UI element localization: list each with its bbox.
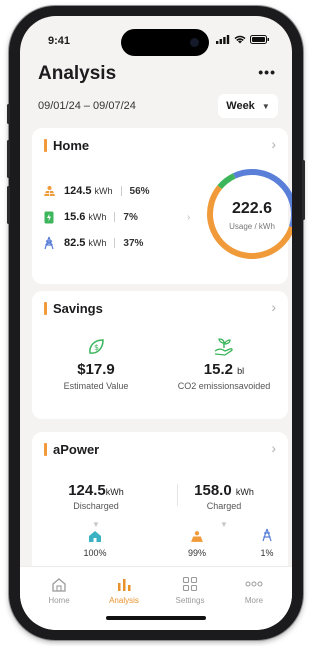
flow-arrow-icon: › [187,212,191,223]
dynamic-island [121,29,209,56]
more-dots-icon [227,575,281,593]
grid-percent: 1% [260,548,274,558]
bottom-tab-bar: Home Analysis Settings More [20,566,292,630]
battery-unit: kWh [88,212,107,222]
apower-card-header: aPower [44,442,99,457]
chevron-right-icon[interactable]: › [271,136,276,152]
solar-percent: 99% [187,548,206,558]
usage-total: 222.6 [231,200,273,217]
solar-unit: kWh [94,186,113,196]
tab-more-label: More [244,596,264,605]
co2-value: 15.2 bl [160,361,288,378]
power-button [302,160,305,220]
apower-discharged: 124.5kWh Discharged [32,482,160,511]
savings-card[interactable]: Savings › $ $17.9 Estimated Value 15.2 b… [32,291,288,419]
battery-icon [42,210,56,224]
volume-down-button [7,186,10,224]
bar-chart-icon [97,575,151,593]
plant-hand-icon [160,337,288,361]
grid-tower-icon [261,528,273,547]
svg-text:$: $ [94,343,99,352]
divider [120,186,122,196]
apower-card[interactable]: aPower › 124.5kWh Discharged 158.0 kWh C… [32,432,288,582]
usage-label: Usage / kWh [229,222,275,231]
charged-number: 158.0 [194,482,232,499]
house-icon [88,530,102,548]
date-range[interactable]: 09/01/24 – 09/07/24 [38,100,136,112]
apower-card-title: aPower [53,442,100,457]
home-row-battery: 15.6 kWh 7% [42,210,138,224]
home-row-grid: 82.5 kWh 37% [42,236,143,250]
silent-switch [7,104,10,124]
co2-number: 15.2 [203,361,233,378]
app-screen: 9:41 Analysis ••• 09/01/24 – 09/07/24 We… [20,16,292,630]
home-card-title: Home [53,138,90,153]
page-title: Analysis [38,63,117,84]
section-accent-bar [44,139,47,152]
apower-charged: 158.0 kWh Charged [160,482,288,511]
co2-unit: bl [237,366,245,376]
grid-squares-icon [163,575,217,593]
usage-segment-battery [217,173,236,190]
home-card[interactable]: Home › 124.5 kWh 56% 15.6 kWh 7% 82.5 kW… [32,128,292,284]
tab-more[interactable]: More [227,575,281,605]
status-time: 9:41 [48,35,71,47]
solar-panel-icon [190,530,204,548]
charged-value: 158.0 kWh [160,482,288,499]
tab-home[interactable]: Home [32,575,86,605]
grid-value: 82.5 [64,237,86,249]
solar-value: 124.5 [64,185,92,197]
down-arrow-icon: ▼ [92,520,100,529]
estimated-label: Estimated Value [63,381,129,391]
period-dropdown[interactable]: Week ▼ [218,94,278,118]
savings-card-title: Savings [53,301,103,316]
grid-percent: 37% [123,237,144,249]
signal-icon [216,35,230,44]
discharged-label: Discharged [73,501,119,511]
grid-unit: kWh [88,238,107,248]
solar-percent: 56% [129,185,150,197]
home-row-solar: 124.5 kWh 56% [42,184,150,198]
period-selected-value: Week [226,100,255,112]
section-accent-bar [44,443,47,456]
savings-co2: 15.2 bl CO2 emissionsavoided [160,337,288,391]
tab-home-label: Home [48,596,70,605]
battery-status-icon [250,35,269,44]
tab-settings-label: Settings [175,596,205,605]
home-indicator [106,616,206,620]
volume-up-button [7,140,10,178]
tab-analysis-label: Analysis [109,596,139,605]
solar-panel-icon [42,184,56,198]
estimated-value: $17.9 [77,361,115,378]
tab-analysis[interactable]: Analysis [97,575,151,605]
home-card-header: Home [44,138,89,153]
home-icon [32,575,86,593]
charged-unit: kWh [235,487,254,497]
discharged-unit: kWh [105,487,124,497]
divider [114,212,116,222]
section-accent-bar [44,302,47,315]
savings-card-header: Savings [44,301,103,316]
wifi-icon [234,35,246,44]
home-percent: 100% [83,548,107,558]
chevron-right-icon[interactable]: › [271,440,276,456]
down-arrow-icon: ▼ [220,520,228,529]
tab-settings[interactable]: Settings [163,575,217,605]
grid-tower-icon [42,236,56,250]
battery-percent: 7% [123,211,138,223]
divider [114,238,116,248]
battery-value: 15.6 [64,211,86,223]
discharged-value: 124.5kWh [32,482,160,499]
co2-label: CO2 emissionsavoided [177,381,271,391]
charged-label: Charged [206,501,242,511]
discharged-number: 124.5 [68,482,106,499]
chevron-right-icon[interactable]: › [271,299,276,315]
money-leaf-icon: $ [32,337,160,361]
status-icons [216,35,270,44]
chevron-down-icon: ▼ [261,101,270,111]
savings-estimated: $ $17.9 Estimated Value [32,337,160,391]
more-options-button[interactable]: ••• [258,64,276,80]
